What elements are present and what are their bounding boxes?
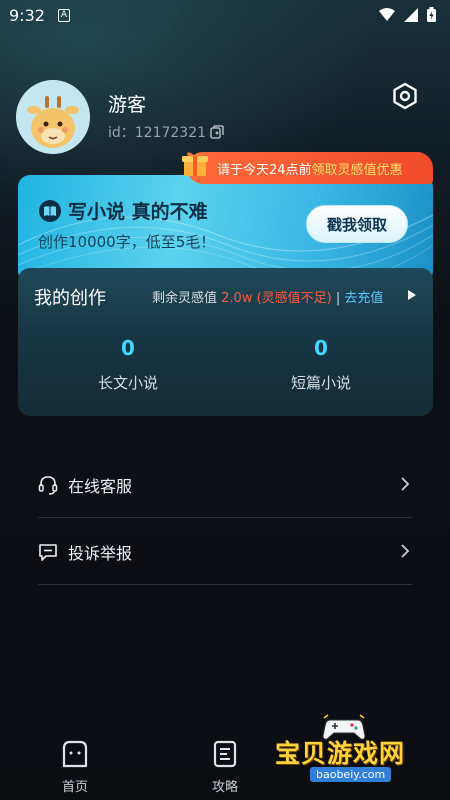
home-icon — [62, 740, 88, 768]
battery-icon — [427, 7, 436, 22]
tab-guide-label: 攻略 — [211, 780, 238, 795]
remaining-label: 剩余灵感值 — [152, 291, 218, 306]
avatar[interactable] — [16, 80, 90, 154]
short-novel-count: 0 — [314, 336, 328, 360]
banner-title: 写小说 真的不难 — [38, 197, 208, 224]
promo-ribbon-prefix: 请于今天24点前 — [217, 162, 312, 178]
write-novel-banner[interactable]: 写小说 真的不难 创作10000字，低至5毛！ 戳我领取 — [18, 175, 433, 283]
menu-item-customer-service[interactable]: 在线客服 — [38, 452, 412, 518]
watermark: 宝贝游戏网 baobeiy.com — [270, 712, 430, 792]
banner-title-text: 写小说 真的不难 — [68, 201, 208, 223]
watermark-url: baobeiy.com — [310, 767, 392, 782]
status-time: 9:32 — [9, 6, 45, 25]
long-novel-label: 长文小说 — [97, 374, 158, 392]
menu-item-label: 在线客服 — [68, 476, 133, 496]
remaining-inspiration: 剩余灵感值 2.0w (灵感值不足) | 去充值 — [152, 287, 383, 306]
guide-icon — [213, 740, 237, 768]
notification-icon: A — [58, 9, 70, 22]
status-bar: 9:32 A — [0, 0, 450, 34]
banner-subtitle: 创作10000字，低至5毛！ — [38, 233, 216, 251]
tab-home[interactable]: 首页 — [45, 740, 105, 795]
book-badge-icon — [39, 199, 61, 222]
chevron-right-icon — [401, 544, 410, 558]
gift-icon — [182, 152, 208, 176]
menu-item-label: 投诉举报 — [68, 543, 133, 563]
report-icon — [39, 543, 57, 561]
recharge-arrow-icon[interactable] — [408, 290, 416, 300]
long-novel-stat[interactable]: 0 长文小说 — [58, 336, 198, 393]
creation-heading: 我的创作 — [34, 288, 106, 309]
settings-icon[interactable] — [391, 82, 419, 110]
signal-icon — [404, 7, 418, 22]
long-novel-count: 0 — [121, 336, 135, 360]
menu-item-report[interactable]: 投诉举报 — [38, 519, 412, 585]
wifi-icon — [379, 8, 395, 21]
copy-icon[interactable] — [210, 125, 224, 139]
claim-button[interactable]: 戳我领取 — [306, 205, 408, 243]
remaining-separator: | — [335, 291, 341, 306]
headset-icon — [38, 475, 58, 495]
promo-ribbon[interactable]: 请于今天24点前 领取灵感值优惠 — [187, 152, 433, 184]
short-novel-label: 短篇小说 — [290, 374, 351, 392]
recharge-link[interactable]: 去充值 — [344, 291, 383, 306]
chevron-right-icon — [401, 477, 410, 491]
my-creation-card: 我的创作 剩余灵感值 2.0w (灵感值不足) | 去充值 0 长文小说 0 短… — [18, 268, 433, 416]
username: 游客 — [108, 94, 147, 116]
user-id: id：12172321 — [108, 122, 224, 142]
user-id-text: id：12172321 — [108, 125, 207, 141]
watermark-text: 宝贝游戏网 — [275, 739, 406, 768]
promo-ribbon-highlight: 领取灵感值优惠 — [311, 162, 403, 178]
short-novel-stat[interactable]: 0 短篇小说 — [251, 336, 391, 393]
remaining-value: 2.0w (灵感值不足) — [221, 291, 332, 306]
tab-home-label: 首页 — [61, 780, 88, 795]
tab-guide[interactable]: 攻略 — [195, 740, 255, 795]
